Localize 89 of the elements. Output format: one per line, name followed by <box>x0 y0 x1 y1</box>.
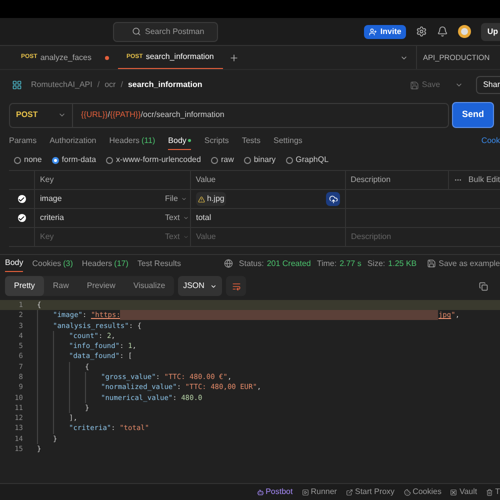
column-header: Key <box>38 174 55 186</box>
status-label: Status: <box>238 258 264 270</box>
status-bar-item[interactable]: Cookies <box>404 486 442 498</box>
status-bar-item[interactable]: Postbot <box>256 486 293 498</box>
view-mode-option[interactable]: Preview <box>78 276 124 296</box>
status-bar-item[interactable]: T <box>486 486 500 498</box>
method-dropdown[interactable]: POST <box>10 104 73 126</box>
status-bar-item[interactable]: Runner <box>302 486 337 498</box>
send-button[interactable]: Send <box>452 102 494 128</box>
chevron-icon <box>58 111 66 119</box>
type-dropdown[interactable]: Text <box>165 209 190 227</box>
status-bar-item[interactable]: Start Proxy <box>346 486 395 498</box>
share-button[interactable]: Shar <box>476 76 500 94</box>
wrap-button[interactable] <box>226 276 246 296</box>
breadcrumb-link[interactable]: RomutechAI_API <box>31 79 92 91</box>
checkbox[interactable] <box>18 195 26 203</box>
request-section-tab[interactable]: Scripts <box>204 132 229 150</box>
invite-button[interactable]: Invite <box>364 24 406 38</box>
bulk-edit-button[interactable]: Bulk Edit <box>448 171 500 189</box>
upgrade-button[interactable]: Up <box>481 22 500 40</box>
chevron-icon[interactable] <box>455 81 464 89</box>
save-icon <box>410 80 419 90</box>
cookies-icon <box>404 488 411 496</box>
file-chip[interactable]: h.jpg <box>196 192 226 206</box>
breadcrumb-link[interactable]: ocr <box>104 79 116 91</box>
checkbox[interactable] <box>18 214 26 222</box>
view-mode-option[interactable]: Visualize <box>124 276 174 296</box>
tab-title: analyze_faces <box>40 52 92 64</box>
trash-icon <box>486 488 494 496</box>
request-title: search_information <box>128 79 202 91</box>
warning-icon <box>198 196 205 202</box>
search-field[interactable]: Search Postman <box>113 22 218 42</box>
response-tab[interactable]: Headers (17) <box>82 255 128 272</box>
response-tab[interactable]: Test Results <box>137 255 181 272</box>
settings-icon[interactable] <box>416 26 428 37</box>
format-dropdown[interactable]: JSON <box>178 276 222 296</box>
response-tab[interactable]: Body <box>5 255 24 272</box>
chevron-icon <box>182 234 189 240</box>
breadcrumb-separator: / <box>97 79 100 91</box>
user-add-icon <box>369 28 378 36</box>
column-header: Description <box>344 171 448 189</box>
proxy-icon <box>346 488 353 496</box>
table-cell-text: image <box>39 193 63 205</box>
body-type-radio[interactable]: binary <box>244 154 276 166</box>
tab-title: search_information <box>146 51 214 63</box>
body-type-radio[interactable]: form-data <box>52 154 96 166</box>
chevron-icon <box>210 282 218 290</box>
column-header: Value <box>190 171 345 189</box>
runner-icon <box>302 488 309 496</box>
status-value: 201 Created <box>266 258 311 270</box>
save-icon <box>426 259 436 268</box>
search-icon <box>132 27 141 36</box>
request-section-tab[interactable]: Tests <box>242 132 261 150</box>
request-section-tab[interactable]: Settings <box>274 132 302 150</box>
search-placeholder: Search Postman <box>145 26 204 38</box>
request-section-tab[interactable]: Params <box>9 132 37 150</box>
collection-icon <box>12 80 22 90</box>
size-label: Size: <box>367 258 386 270</box>
response-tab[interactable]: Cookies (3) <box>32 255 73 272</box>
request-section-tab[interactable]: Authorization <box>50 132 96 150</box>
view-mode-option[interactable]: Pretty <box>5 276 44 296</box>
chevron-icon <box>182 215 189 221</box>
save-example-button[interactable]: Save as example <box>426 258 500 270</box>
size-value: 1.25 KB <box>388 258 417 270</box>
avatar[interactable] <box>458 25 472 38</box>
time-value: 2.77 s <box>340 258 362 270</box>
chevron-icon <box>180 196 187 202</box>
notification-icon[interactable] <box>437 26 448 37</box>
status-bar-item[interactable]: Vault <box>450 486 478 498</box>
copy-icon[interactable] <box>479 282 488 290</box>
request-section-tab[interactable]: Body <box>168 132 192 150</box>
cookies-link[interactable]: Cook <box>481 135 500 147</box>
body-type-radio[interactable]: none <box>14 154 42 166</box>
globe-icon <box>224 259 233 268</box>
wrap-icon <box>232 282 241 290</box>
table-cell: total <box>196 212 212 224</box>
postbot-icon <box>256 488 264 496</box>
url-field[interactable]: {{URL}}/{{PATH}}/ocr/search_information <box>73 109 224 121</box>
table-cell-text: criteria <box>39 212 66 224</box>
body-type-radio[interactable]: GraphQL <box>286 154 329 166</box>
new-tab-icon[interactable] <box>228 52 239 62</box>
breadcrumb-separator: / <box>120 79 123 91</box>
body-type-radio[interactable]: raw <box>210 154 234 166</box>
view-mode-option[interactable]: Raw <box>44 276 78 296</box>
body-type-radio[interactable]: x-www-form-urlencoded <box>106 154 201 166</box>
upload-button[interactable] <box>326 192 340 206</box>
request-section-tab[interactable]: Headers (11) <box>109 132 156 150</box>
type-dropdown[interactable]: File <box>165 190 190 208</box>
time-label: Time: <box>316 258 337 270</box>
